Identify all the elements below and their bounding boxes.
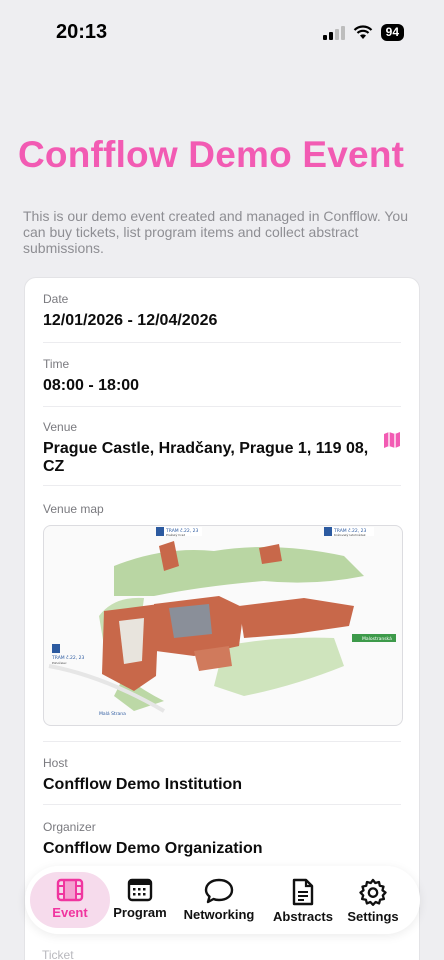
tab-label-program: Program xyxy=(113,905,167,920)
divider xyxy=(43,741,401,742)
film-icon xyxy=(56,878,84,902)
venue-section[interactable]: Venue Prague Castle, Hradčany, Prague 1,… xyxy=(43,420,401,476)
date-section: Date 12/01/2026 - 12/04/2026 xyxy=(43,292,401,330)
host-label: Host xyxy=(43,756,68,770)
divider xyxy=(43,342,401,343)
tab-program[interactable]: Program xyxy=(107,872,173,928)
date-label: Date xyxy=(43,292,69,306)
map-label-tram-left: TRAM č.22, 23 xyxy=(51,654,84,661)
ticket-label: Ticket xyxy=(42,948,74,960)
time-label: Time xyxy=(43,357,70,371)
host-value: Confflow Demo Institution xyxy=(43,776,243,793)
tab-label-abstracts: Abstracts xyxy=(273,909,333,924)
host-section: Host Confflow Demo Institution xyxy=(43,756,401,794)
gear-icon xyxy=(359,878,387,906)
calendar-icon xyxy=(127,878,153,902)
map-icon[interactable] xyxy=(383,432,401,448)
organizer-value: Confflow Demo Organization xyxy=(43,840,263,857)
organizer-label: Organizer xyxy=(43,820,96,834)
tab-label-networking: Networking xyxy=(183,907,255,922)
event-description: This is our demo event created and manag… xyxy=(23,208,408,256)
tab-networking[interactable]: Networking xyxy=(181,872,257,928)
cellular-signal-icon xyxy=(322,25,345,40)
event-title: Confflow Demo Event xyxy=(18,134,405,175)
map-label-metro-right: Malostranská xyxy=(362,635,392,642)
tab-abstracts[interactable]: Abstracts xyxy=(267,872,339,928)
venue-map-section: Venue map xyxy=(43,502,401,516)
chat-bubble-icon xyxy=(204,878,234,904)
tab-settings[interactable]: Settings xyxy=(341,872,405,928)
divider xyxy=(43,485,401,486)
tab-label-event: Event xyxy=(52,905,88,920)
map-sublabel-tram-top-left: Pražský hrad xyxy=(166,533,185,537)
map-label-metro-left: Malá Strana xyxy=(99,710,126,717)
bottom-tab-bar: Event Program Networking Abstracts Setti… xyxy=(25,866,420,934)
divider xyxy=(43,804,401,805)
venue-label: Venue xyxy=(43,420,78,434)
event-details-card: Date 12/01/2026 - 12/04/2026 Time 08:00 … xyxy=(24,277,420,960)
venue-map-label: Venue map xyxy=(43,502,104,516)
wifi-icon xyxy=(353,25,372,39)
tab-label-settings: Settings xyxy=(347,909,399,924)
map-sublabel-tram-left: Pohořelec xyxy=(52,661,67,665)
time-section: Time 08:00 - 18:00 xyxy=(43,357,401,395)
divider xyxy=(43,406,401,407)
date-value: 12/01/2026 - 12/04/2026 xyxy=(43,312,218,329)
tab-event[interactable]: Event xyxy=(30,872,110,928)
organizer-section: Organizer Confflow Demo Organization xyxy=(43,820,401,858)
time-value: 08:00 - 18:00 xyxy=(43,377,140,394)
castle-map-illustration: TRAM č.22, 23 Pražský hrad TRAM č.22, 23… xyxy=(48,527,396,717)
document-icon xyxy=(292,878,314,906)
status-icons: 94 xyxy=(322,24,404,41)
battery-indicator: 94 xyxy=(380,24,404,41)
status-bar: 20:13 94 xyxy=(0,0,444,60)
map-sublabel-tram-top-right: Královský letohrádek xyxy=(334,533,366,537)
venue-value: Prague Castle, Hradčany, Prague 1, 119 0… xyxy=(43,440,369,475)
status-time: 20:13 xyxy=(56,21,108,43)
venue-map-image[interactable]: TRAM č.22, 23 Pražský hrad TRAM č.22, 23… xyxy=(43,525,403,726)
